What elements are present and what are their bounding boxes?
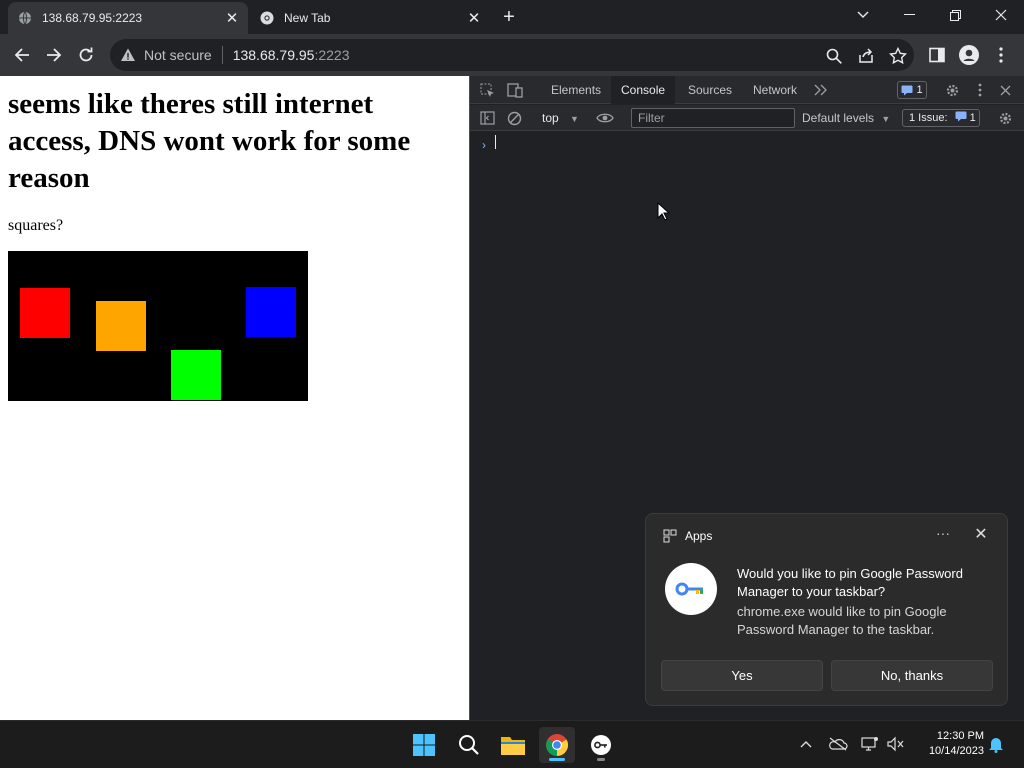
devtools-tab-console[interactable]: Console bbox=[611, 76, 676, 104]
dropdown-arrow-icon: ▼ bbox=[881, 114, 891, 124]
device-toolbar-icon[interactable] bbox=[506, 81, 524, 99]
address-separator bbox=[221, 46, 223, 64]
clear-console-icon[interactable] bbox=[505, 109, 523, 127]
profile-avatar-icon[interactable] bbox=[958, 44, 980, 66]
password-manager-key-icon bbox=[665, 563, 717, 615]
devtools-tab-bar: Elements Console Sources Network 1 bbox=[470, 76, 1024, 104]
issues-badge-count: 1 bbox=[916, 84, 923, 96]
live-expression-eye-icon[interactable] bbox=[596, 109, 614, 127]
log-levels-label: Default levels bbox=[802, 111, 875, 125]
green-square bbox=[171, 350, 221, 400]
address-bar[interactable]: Not secure 138.68.79.95:2223 bbox=[110, 39, 914, 71]
devtools-tab-network[interactable]: Network bbox=[743, 76, 807, 104]
console-input-caret[interactable] bbox=[495, 135, 496, 149]
context-value: top bbox=[542, 111, 559, 125]
globe-icon bbox=[19, 11, 31, 25]
file-explorer-folder-icon[interactable] bbox=[495, 727, 531, 763]
tab-title: New Tab bbox=[284, 11, 331, 25]
web-page-viewport: seems like theres still internet access,… bbox=[0, 76, 469, 720]
tab-new-tab[interactable]: New Tab ✕ bbox=[250, 2, 490, 34]
close-tab-icon[interactable]: ✕ bbox=[224, 10, 240, 27]
devtools-tab-sources[interactable]: Sources bbox=[678, 76, 742, 104]
url-port: :2223 bbox=[314, 47, 350, 63]
console-filter-input[interactable] bbox=[631, 108, 795, 128]
log-levels-dropdown[interactable]: Default levels ▼ bbox=[802, 109, 890, 128]
minimize-button[interactable] bbox=[886, 0, 932, 30]
active-app-indicator bbox=[549, 758, 565, 761]
search-icon[interactable] bbox=[451, 727, 487, 763]
tab-title: 138.68.79.95:2223 bbox=[42, 11, 143, 25]
share-icon[interactable] bbox=[857, 47, 875, 65]
dropdown-arrow-icon: ▼ bbox=[570, 114, 579, 124]
devtools-menu-kebab-icon[interactable] bbox=[971, 81, 989, 99]
message-icon bbox=[955, 111, 967, 122]
browser-toolbar: Not secure 138.68.79.95:2223 bbox=[0, 34, 1024, 76]
more-tabs-chevron-icon[interactable] bbox=[812, 81, 830, 99]
restore-button[interactable] bbox=[932, 0, 978, 30]
context-selector[interactable]: top ▼ bbox=[542, 109, 579, 127]
squares-canvas bbox=[8, 251, 308, 401]
console-settings-gear-icon[interactable] bbox=[996, 109, 1014, 127]
close-notification-icon[interactable]: ✕ bbox=[971, 525, 991, 545]
clock-date: 10/14/2023 bbox=[928, 745, 984, 757]
issues-count: 1 bbox=[969, 112, 976, 124]
close-window-button[interactable] bbox=[978, 0, 1024, 30]
new-tab-button[interactable]: + bbox=[498, 6, 520, 28]
url-host: 138.68.79.95 bbox=[232, 47, 315, 63]
devtools-tab-elements[interactable]: Elements bbox=[541, 76, 611, 104]
start-windows-icon[interactable] bbox=[406, 727, 442, 763]
show-hidden-icons-chevron-icon[interactable] bbox=[796, 734, 816, 754]
page-paragraph: squares? bbox=[8, 217, 64, 234]
issues-counter-badge[interactable]: 1 bbox=[897, 81, 927, 99]
windows-taskbar: 12:30 PM 10/14/2023 bbox=[0, 720, 1024, 768]
inspect-element-icon[interactable] bbox=[478, 81, 496, 99]
mouse-pointer-icon bbox=[657, 202, 671, 221]
no-thanks-button[interactable]: No, thanks bbox=[831, 660, 993, 691]
console-toolbar: top ▼ Default levels ▼ 1 Issue: 1 bbox=[470, 105, 1024, 131]
tab-current-page[interactable]: 138.68.79.95:2223 ✕ bbox=[8, 2, 248, 34]
clock-time: 12:30 PM bbox=[936, 730, 984, 742]
pin-notification-toast: Apps ··· ✕ Would you like to pin Google … bbox=[645, 513, 1008, 706]
notification-title: Would you like to pin Google Password Ma… bbox=[737, 566, 963, 599]
kebab-menu-icon[interactable] bbox=[990, 44, 1012, 66]
warning-triangle-icon[interactable] bbox=[120, 47, 136, 63]
side-panel-icon[interactable] bbox=[926, 44, 948, 66]
blue-square bbox=[246, 287, 296, 337]
orange-square bbox=[96, 301, 146, 351]
red-square bbox=[20, 288, 70, 338]
message-icon bbox=[901, 85, 913, 95]
network-monitor-icon[interactable] bbox=[860, 734, 880, 754]
console-prompt-chevron: › bbox=[482, 138, 486, 152]
issues-label: 1 Issue: bbox=[909, 112, 948, 124]
volume-muted-icon[interactable] bbox=[886, 734, 906, 754]
back-arrow-icon[interactable] bbox=[10, 43, 34, 67]
forward-arrow-icon[interactable] bbox=[42, 43, 66, 67]
close-devtools-icon[interactable] bbox=[996, 81, 1014, 99]
more-options-icon[interactable]: ··· bbox=[932, 525, 954, 545]
notification-app-name: Apps bbox=[685, 529, 713, 543]
tab-search-chevron-icon[interactable] bbox=[840, 0, 886, 30]
running-app-indicator bbox=[597, 758, 605, 761]
search-zoom-icon[interactable] bbox=[825, 47, 843, 65]
sidebar-toggle-icon[interactable] bbox=[478, 109, 496, 127]
close-tab-icon[interactable]: ✕ bbox=[466, 10, 482, 27]
onedrive-offline-icon[interactable] bbox=[828, 734, 848, 754]
browser-titlebar: 138.68.79.95:2223 ✕ New Tab ✕ + bbox=[0, 0, 1024, 34]
apps-grid-icon bbox=[663, 529, 677, 543]
notification-bell-icon[interactable] bbox=[986, 734, 1006, 754]
page-heading: seems like theres still internet access,… bbox=[8, 88, 411, 194]
notification-body: chrome.exe would like to pin Google Pass… bbox=[737, 604, 947, 637]
chrome-icon bbox=[260, 11, 274, 25]
security-status-text[interactable]: Not secure bbox=[144, 47, 212, 63]
yes-button[interactable]: Yes bbox=[661, 660, 823, 691]
reload-icon[interactable] bbox=[74, 43, 98, 67]
password-manager-taskbar-icon[interactable] bbox=[583, 727, 619, 763]
chrome-taskbar-icon[interactable] bbox=[539, 727, 575, 763]
issues-button[interactable]: 1 Issue: 1 bbox=[902, 109, 980, 127]
settings-gear-icon[interactable] bbox=[943, 81, 961, 99]
bookmark-star-icon[interactable] bbox=[889, 47, 907, 65]
system-clock[interactable]: 12:30 PM 10/14/2023 bbox=[914, 729, 984, 759]
